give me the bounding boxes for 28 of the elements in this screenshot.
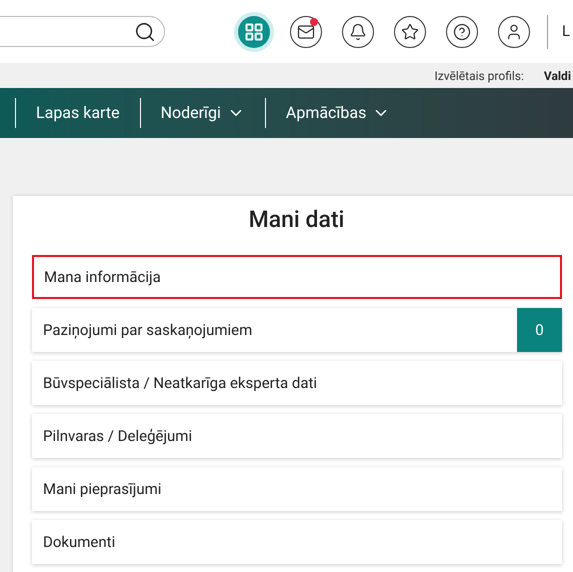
menu-item[interactable]: Būvspeciālista / Neatkarīga eksperta dati [32, 361, 562, 405]
count-badge: 0 [517, 308, 562, 352]
apps-grid-button[interactable] [238, 16, 270, 48]
bell-button[interactable] [342, 16, 374, 48]
search-field[interactable] [0, 16, 165, 47]
star-icon [401, 22, 419, 40]
profile-value: Valdi [544, 68, 571, 84]
help-button[interactable] [446, 16, 478, 48]
mail-icon [297, 22, 315, 40]
user-icon [505, 22, 523, 40]
card-title: Mani dati [248, 205, 346, 235]
nav-link[interactable]: Noderīgi [140, 101, 265, 125]
user-button[interactable] [498, 16, 530, 48]
menu-item[interactable]: Paziņojumi par saskaņojumiem 0 [32, 308, 562, 352]
profile-label: Izvēlētais profils: [434, 68, 524, 84]
menu-item[interactable]: Dokumenti [32, 520, 562, 564]
menu-item[interactable]: Mana informācija [32, 255, 562, 299]
apps-grid-icon [244, 22, 264, 42]
bell-icon [349, 22, 367, 40]
help-icon [453, 22, 471, 40]
search-icon [134, 20, 156, 42]
star-button[interactable] [394, 16, 426, 48]
nav-link[interactable]: Apmācības [266, 101, 410, 125]
mail-button[interactable] [290, 16, 322, 48]
user-name[interactable]: L [562, 20, 570, 43]
menu-item[interactable]: Pilnvaras / Deleģējumi [32, 414, 562, 458]
menu-item[interactable]: Mani pieprasījumi [32, 467, 562, 511]
nav-link[interactable]: Lapas karte [16, 101, 140, 125]
